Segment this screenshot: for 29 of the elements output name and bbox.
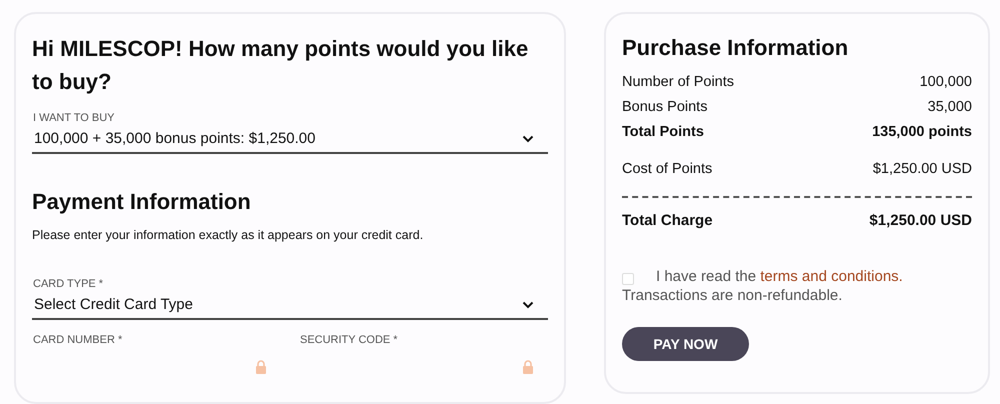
field-label: SECURITY CODE * xyxy=(299,334,399,346)
row-label: Total Points xyxy=(622,123,704,142)
checkbox[interactable] xyxy=(622,273,634,285)
row-value: 35,000 xyxy=(928,98,972,117)
section-heading: Payment Information xyxy=(32,188,252,216)
total-value: $1,250.00 USD xyxy=(869,211,972,231)
refund-note: Transactions are non-refundable. xyxy=(622,286,844,305)
page-heading: Hi MILESCOP! How many points would you like to buy? xyxy=(32,35,530,96)
dropdown[interactable]: 100,000 + 35,000 bonus points: $1,250.00 xyxy=(32,128,548,154)
row-value: $1,250.00 USD xyxy=(872,160,972,179)
total-label: Total Charge xyxy=(622,211,713,231)
field-label: CARD TYPE * xyxy=(32,278,104,290)
chevron-down-icon xyxy=(522,134,534,142)
summary-heading: Purchase Information xyxy=(622,34,850,62)
row-value: 100,000 xyxy=(920,73,972,92)
terms-link[interactable]: terms and conditions. xyxy=(760,268,903,285)
instruction-text: Please enter your information exactly as it appears on your credit card. xyxy=(32,228,424,242)
lock-icon xyxy=(255,360,267,374)
chevron-down-icon xyxy=(522,300,534,308)
row-label: Bonus Points xyxy=(622,98,708,117)
dropdown[interactable]: Select Credit Card Type xyxy=(32,294,548,320)
pay-now-button[interactable]: PAY NOW xyxy=(622,327,749,361)
row-label: Number of Points xyxy=(622,73,734,92)
terms-text: I have read the terms and conditions. xyxy=(656,267,903,286)
field-label: I WANT TO BUY xyxy=(32,112,116,124)
field-label: CARD NUMBER * xyxy=(32,334,124,346)
lock-icon xyxy=(522,360,534,374)
row-label: Cost of Points xyxy=(622,160,712,179)
row-value: 135,000 points xyxy=(872,123,972,142)
